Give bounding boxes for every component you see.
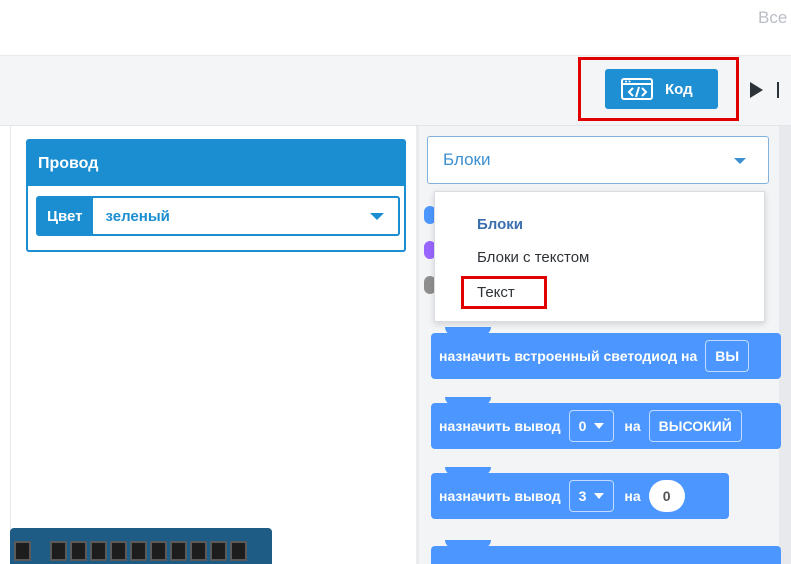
- menu-item-blocks-text[interactable]: Блоки с текстом: [477, 249, 589, 266]
- wire-color-value: зеленый: [105, 207, 170, 225]
- app-window: Все Код Провод Цвет зеленый Блоки назнач…: [0, 0, 791, 564]
- play-icon: [750, 82, 763, 98]
- block-on-word: на: [624, 488, 641, 504]
- header-pin: [70, 541, 87, 561]
- block-text: назначить вывод: [439, 418, 561, 434]
- pin-dropdown[interactable]: 0: [568, 410, 615, 442]
- block-set-pin-high[interactable]: назначить вывод 0 на ВЫСОКИЙ: [431, 397, 781, 449]
- block-text: назначить вывод: [439, 488, 561, 504]
- header-pin: [110, 541, 127, 561]
- block-on-word: на: [624, 418, 641, 434]
- block-set-builtin-led[interactable]: назначить встроенный светодиод на ВЫ: [431, 327, 781, 379]
- pin-value: 0: [578, 418, 587, 434]
- header-pin: [170, 541, 187, 561]
- header-pin: [230, 541, 247, 561]
- caret-down-icon: [594, 493, 605, 499]
- editor-mode-value: Блоки: [443, 150, 491, 169]
- block-set-pin-value[interactable]: назначить вывод 3 на 0: [431, 467, 729, 519]
- editor-mode-select[interactable]: Блоки: [427, 136, 769, 184]
- header-pin: [14, 541, 31, 561]
- wire-color-label: Цвет: [38, 198, 94, 234]
- run-label-fragment: [777, 82, 779, 98]
- code-button[interactable]: Код: [605, 69, 718, 109]
- caret-down-icon: [594, 423, 605, 429]
- menu-item-blocks[interactable]: Блоки: [477, 216, 523, 233]
- block-partial[interactable]: [431, 540, 781, 564]
- run-button[interactable]: [750, 80, 791, 100]
- text-option-highlight: [461, 276, 547, 309]
- wire-color-select[interactable]: Цвет зеленый: [36, 196, 400, 236]
- chevron-down-icon: [370, 212, 384, 220]
- header-pin: [190, 541, 207, 561]
- chevron-down-icon: [734, 158, 746, 164]
- top-nav-link[interactable]: Все: [758, 8, 787, 28]
- header-pin: [130, 541, 147, 561]
- header-pin: [90, 541, 107, 561]
- code-window-icon: [621, 78, 653, 100]
- code-button-label: Код: [665, 80, 693, 98]
- value-input[interactable]: 0: [648, 480, 685, 512]
- block-text: назначить встроенный светодиод на: [439, 348, 698, 364]
- header-pin: [210, 541, 227, 561]
- level-field[interactable]: ВЫСОКИЙ: [648, 410, 742, 442]
- wire-inspector-title: Провод: [28, 141, 404, 186]
- wire-inspector: Провод Цвет зеленый: [26, 139, 406, 252]
- pin-value: 3: [578, 488, 587, 504]
- pin-dropdown[interactable]: 3: [568, 480, 615, 512]
- header-pin: [50, 541, 67, 561]
- header-pin: [150, 541, 167, 561]
- block-value-field[interactable]: ВЫ: [705, 340, 750, 372]
